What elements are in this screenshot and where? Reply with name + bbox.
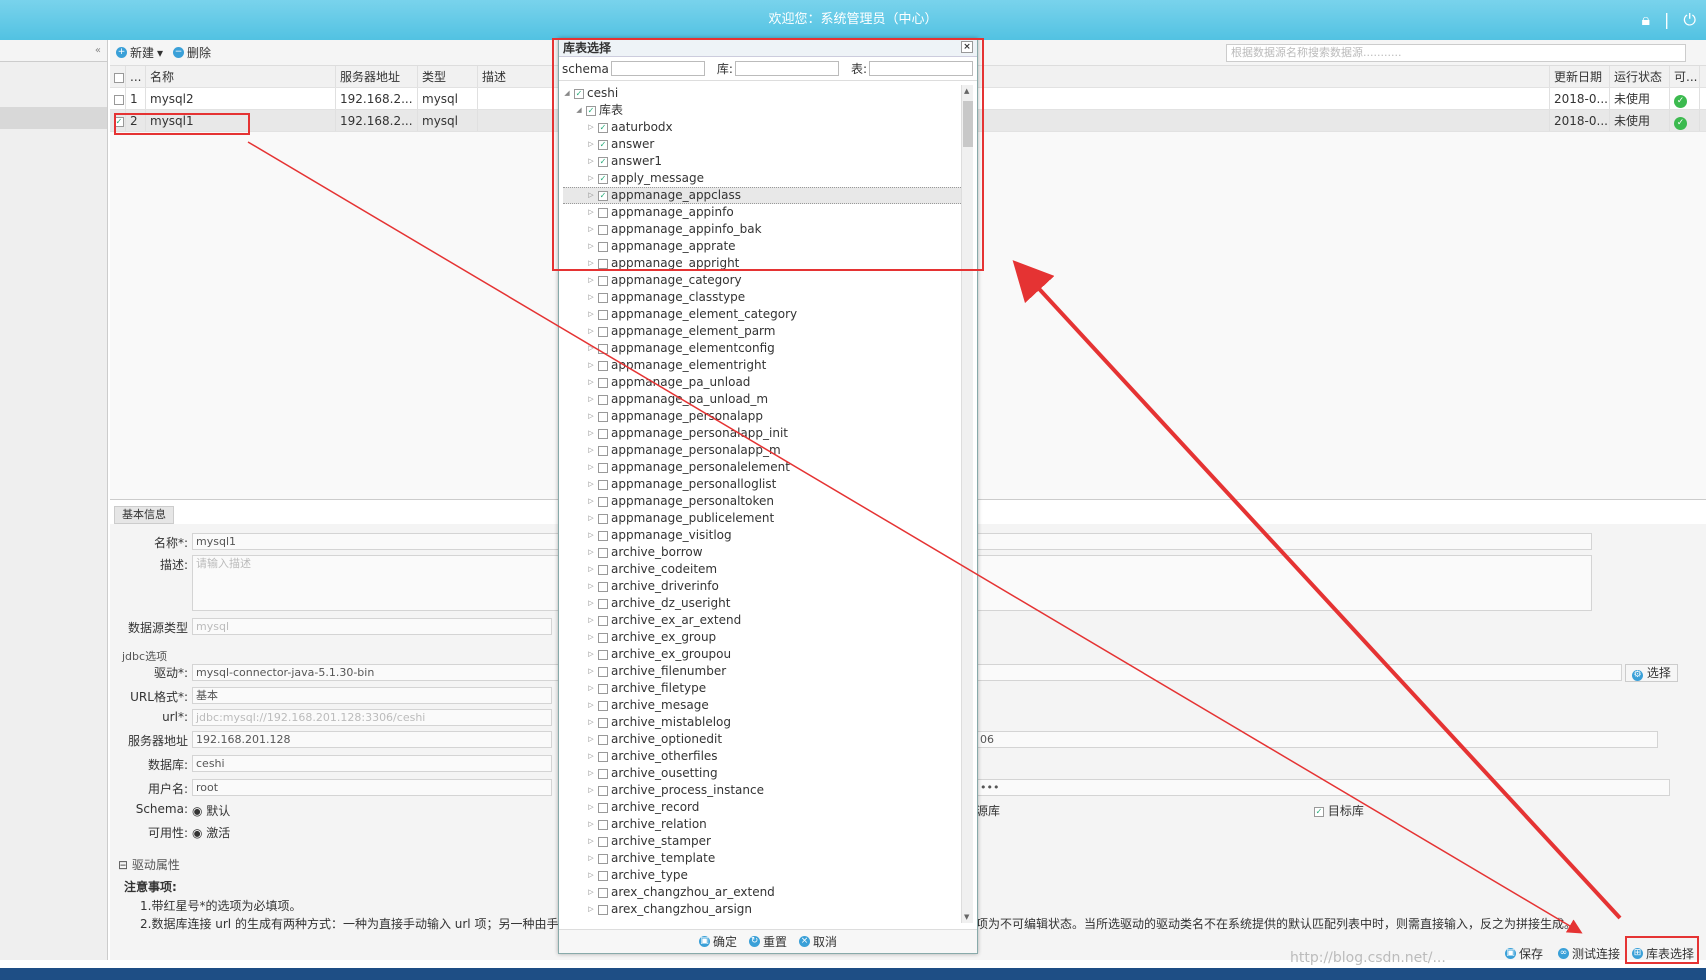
- annotation-arrows: [247, 141, 1622, 934]
- arrow-row-to-button: [247, 141, 1583, 934]
- arrow-button-to-dialog: [1012, 260, 1622, 920]
